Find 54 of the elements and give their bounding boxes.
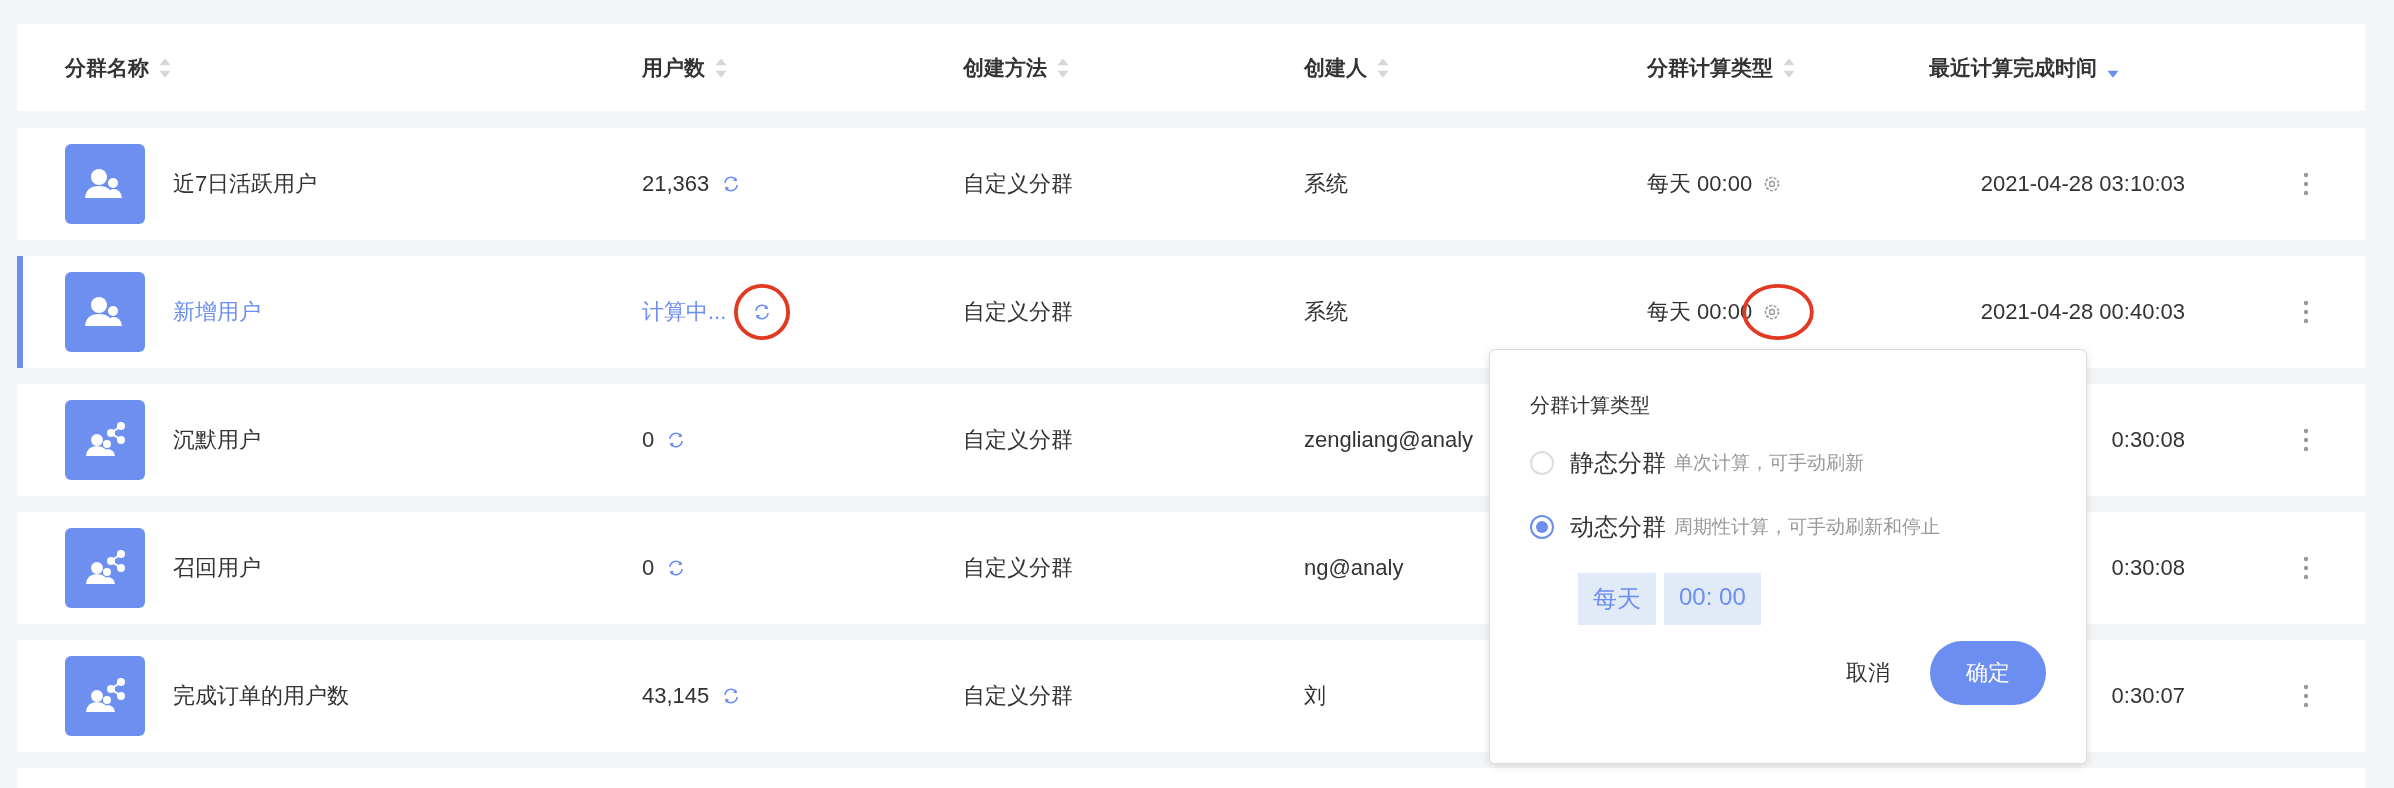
user-count: 0 — [642, 555, 655, 581]
more-icon[interactable] — [2303, 172, 2309, 196]
user-count: 21,363 — [642, 171, 710, 197]
column-header[interactable]: 用户数 — [642, 53, 705, 82]
segment-name[interactable]: 召回用户 — [173, 553, 261, 583]
calc-schedule: 每天 00:00 — [1647, 170, 1753, 198]
calc-time: 2021-04-28 03:10:03 — [1980, 171, 2185, 197]
option-hint: 周期性计算，可手动刷新和停止 — [1674, 515, 1940, 539]
user-count: 43,145 — [642, 683, 710, 709]
column-header[interactable]: 创建人 — [1304, 53, 1367, 82]
more-icon[interactable] — [2303, 684, 2309, 708]
user-count: 0 — [642, 427, 655, 453]
calc-time: 0:30:07 — [2111, 683, 2185, 709]
option-label[interactable]: 动态分群 — [1570, 511, 1666, 543]
column-header[interactable]: 最近计算完成时间 — [1929, 53, 2097, 82]
creation-method: 自定义分群 — [963, 298, 1073, 326]
user-group-icon — [65, 400, 145, 480]
segment-name[interactable]: 近7日活跃用户 — [173, 169, 318, 199]
sort-icon[interactable] — [714, 56, 728, 79]
column-header[interactable]: 创建方法 — [963, 53, 1047, 82]
more-icon[interactable] — [2303, 428, 2309, 452]
creation-method: 自定义分群 — [963, 682, 1073, 710]
radio-button[interactable] — [1530, 515, 1554, 539]
calc-time: 0:30:08 — [2111, 555, 2185, 581]
user-group-icon — [65, 144, 145, 224]
calc-time: 2021-04-28 00:40:03 — [1980, 299, 2185, 325]
user-group-icon — [65, 528, 145, 608]
creator: zengliang@analy — [1304, 427, 1474, 453]
creation-method: 自定义分群 — [963, 554, 1073, 582]
creator: 刘 — [1304, 682, 1326, 710]
option-label[interactable]: 静态分群 — [1570, 447, 1666, 479]
creator: ng@analy — [1304, 555, 1404, 581]
more-icon[interactable] — [2303, 300, 2309, 324]
cancel-button[interactable]: 取消 — [1842, 650, 1894, 696]
sort-icon[interactable] — [1376, 56, 1390, 79]
sort-icon[interactable] — [1782, 56, 1796, 79]
table-row[interactable]: 近7日活跃用户 21,363 自定义分群 系统 每天 00:00 2021-04-28 03:10:03 — [17, 128, 2365, 240]
sort-icon[interactable] — [158, 56, 172, 79]
creation-method: 自定义分群 — [963, 170, 1073, 198]
segment-name[interactable]: 沉默用户 — [173, 425, 261, 455]
user-group-icon — [65, 272, 145, 352]
column-header[interactable]: 分群计算类型 — [1647, 53, 1773, 82]
creator: 系统 — [1304, 170, 1348, 198]
sort-icon[interactable] — [1056, 56, 1070, 79]
option-hint: 单次计算，可手动刷新 — [1674, 451, 1864, 475]
popover-title: 分群计算类型 — [1530, 393, 1651, 418]
segment-name[interactable]: 完成订单的用户数 — [173, 681, 349, 711]
user-count: 计算中... — [642, 298, 727, 326]
creator: 系统 — [1304, 298, 1348, 326]
more-icon[interactable] — [2303, 556, 2309, 580]
creation-method: 自定义分群 — [963, 426, 1073, 454]
calc-time: 0:30:08 — [2111, 427, 2185, 453]
user-group-icon — [65, 656, 145, 736]
column-header[interactable]: 分群名称 — [65, 53, 149, 82]
